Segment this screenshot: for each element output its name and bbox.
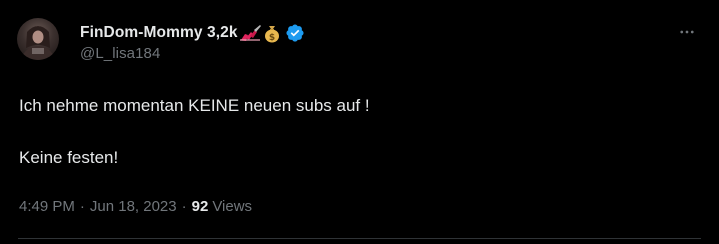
tweet-time[interactable]: 4:49 PM <box>19 198 75 215</box>
divider <box>18 238 701 239</box>
money-bag-icon: $ <box>262 23 282 43</box>
meta-separator: · <box>181 198 187 215</box>
tweet-date[interactable]: Jun 18, 2023 <box>90 198 177 215</box>
tweet-meta: 4:49 PM · Jun 18, 2023 · 92 Views <box>19 198 252 215</box>
more-options-button[interactable] <box>675 20 699 44</box>
avatar[interactable] <box>17 18 59 60</box>
display-name[interactable]: FinDom-Mommy 3,2k <box>80 24 238 42</box>
tweet-card: FinDom-Mommy 3,2k $ @L_lisa184 Ich nehme… <box>0 0 719 244</box>
nail-polish-icon <box>239 24 261 42</box>
views-count[interactable]: 92 <box>192 198 209 215</box>
name-row: FinDom-Mommy 3,2k $ <box>80 22 305 44</box>
views-label[interactable]: Views <box>212 198 252 215</box>
avatar-photo <box>21 26 55 60</box>
more-dots-icon <box>680 30 694 34</box>
author-handle[interactable]: @L_lisa184 <box>80 45 305 62</box>
tweet-text-line: Ich nehme momentan KEINE neuen subs auf … <box>19 96 370 115</box>
svg-text:$: $ <box>268 33 274 43</box>
tweet-text: Ich nehme momentan KEINE neuen subs auf … <box>19 94 370 170</box>
tweet-header: FinDom-Mommy 3,2k $ @L_lisa184 <box>80 22 305 64</box>
verified-badge-icon[interactable] <box>285 23 305 43</box>
tweet-text-line: Keine festen! <box>19 148 119 167</box>
meta-separator: · <box>79 198 85 215</box>
